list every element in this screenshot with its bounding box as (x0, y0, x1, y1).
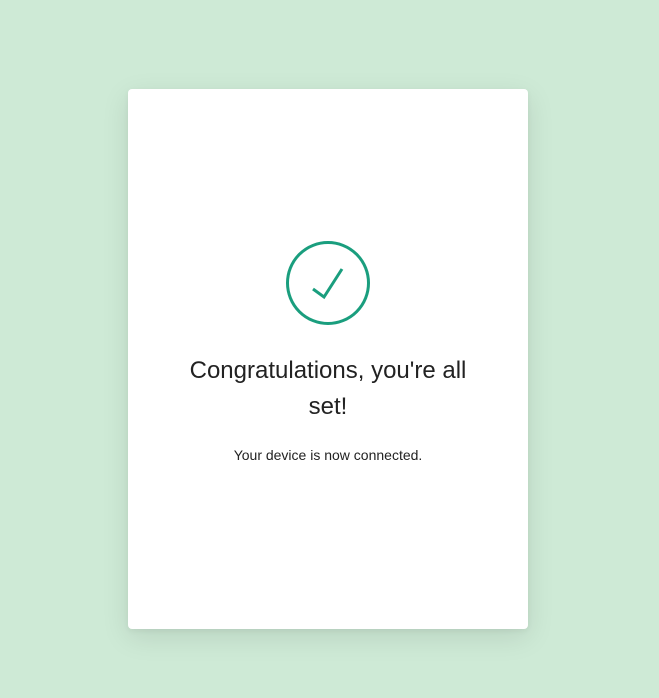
check-circle-icon (286, 241, 370, 325)
success-message: Your device is now connected. (233, 447, 423, 463)
success-card: Congratulations, you're all set! Your de… (128, 89, 528, 629)
success-title: Congratulations, you're all set! (189, 357, 467, 420)
